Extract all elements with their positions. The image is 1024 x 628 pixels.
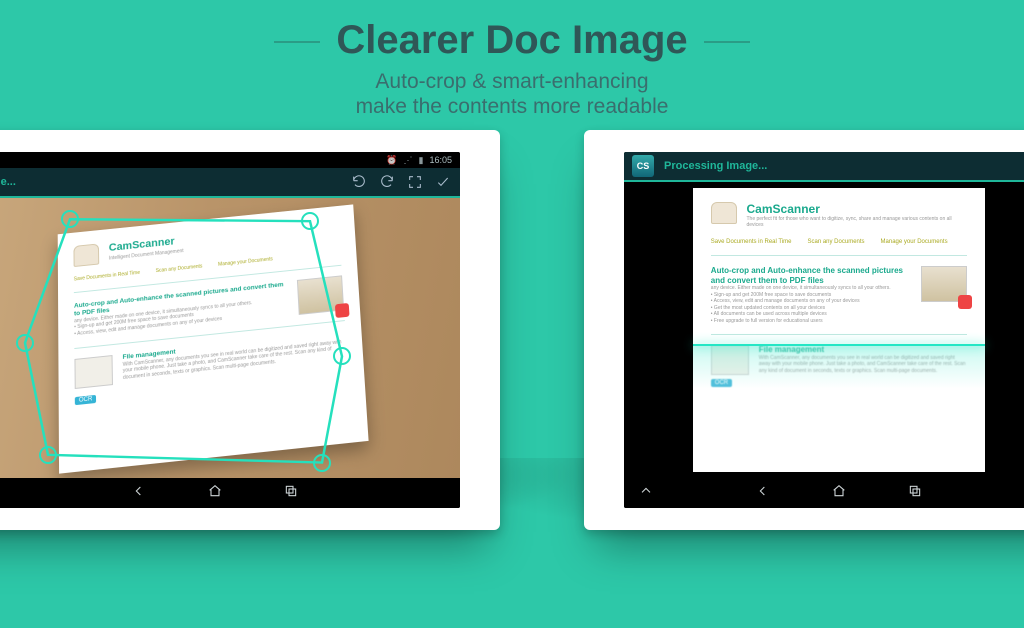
nav-home-icon[interactable] — [207, 483, 223, 504]
doc-brand-r: CamScanner — [747, 202, 968, 216]
note-icon — [75, 355, 114, 389]
android-nav-bar-right — [624, 478, 1024, 508]
nav-home-icon[interactable] — [831, 483, 847, 504]
doc-nav-links-r: Save Documents in Real Time Scan any Doc… — [711, 239, 967, 245]
alarm-icon: ⏰ — [386, 155, 397, 166]
sample-thumbnail — [297, 275, 344, 315]
tablet-right-screen: CS Processing Image... CamScanner The pe… — [624, 152, 1024, 508]
pdf-icon — [335, 303, 350, 318]
sample-thumbnail-r — [921, 266, 967, 302]
bag-icon — [711, 202, 737, 224]
processing-view: CamScanner The perfect fit for those who… — [624, 182, 1024, 478]
status-time: 16:05 — [429, 155, 452, 165]
wifi-icon: ⋰ — [404, 155, 413, 166]
camscanner-logo: CS — [632, 155, 654, 177]
doc-tagline-long: The perfect fit for those who want to di… — [747, 216, 968, 229]
scan-line — [693, 344, 985, 346]
ocr-badge: OCR — [75, 395, 97, 405]
nav-expand-icon[interactable] — [638, 483, 654, 504]
battery-icon: ▮ — [419, 155, 424, 166]
nav-back-icon[interactable] — [755, 483, 771, 504]
doc-feature-heading-r: Auto-crop and Auto-enhance the scanned p… — [711, 266, 911, 285]
nav-recent-icon[interactable] — [907, 483, 923, 504]
nav-back-icon[interactable] — [131, 483, 147, 504]
appbar-title-left: mage... — [0, 176, 340, 188]
tablet-left: ⏰ ⋰ ▮ 16:05 mage... C — [0, 130, 500, 530]
processing-app-bar: CS Processing Image... — [624, 152, 1024, 182]
tablet-left-screen: ⏰ ⋰ ▮ 16:05 mage... C — [0, 152, 460, 508]
promo-heading: Clearer Doc Image Auto-crop & smart-enha… — [0, 0, 1024, 119]
confirm-check-icon[interactable] — [434, 173, 452, 191]
appbar-title-right: Processing Image... — [664, 160, 1018, 172]
promo-title: Clearer Doc Image — [336, 18, 687, 63]
captured-paper: CamScanner Intelligent Document Manageme… — [58, 204, 369, 473]
tablet-right: CS Processing Image... CamScanner The pe… — [584, 130, 1024, 530]
fullscreen-icon[interactable] — [406, 173, 424, 191]
rotate-left-icon[interactable] — [350, 173, 368, 191]
bag-icon — [74, 243, 100, 267]
nav-recent-icon[interactable] — [283, 483, 299, 504]
processed-document: CamScanner The perfect fit for those who… — [693, 188, 985, 472]
tablet-stage: ⏰ ⋰ ▮ 16:05 mage... C — [0, 130, 1024, 550]
pdf-icon — [958, 295, 972, 309]
android-nav-bar — [0, 478, 460, 508]
crop-app-bar: mage... — [0, 168, 460, 198]
android-status-bar: ⏰ ⋰ ▮ 16:05 — [0, 152, 460, 168]
rotate-right-icon[interactable] — [378, 173, 396, 191]
promo-subtitle: Auto-crop & smart-enhancing make the con… — [0, 69, 1024, 119]
camera-crop-view[interactable]: CamScanner Intelligent Document Manageme… — [0, 198, 460, 478]
scan-gradient — [693, 344, 985, 472]
